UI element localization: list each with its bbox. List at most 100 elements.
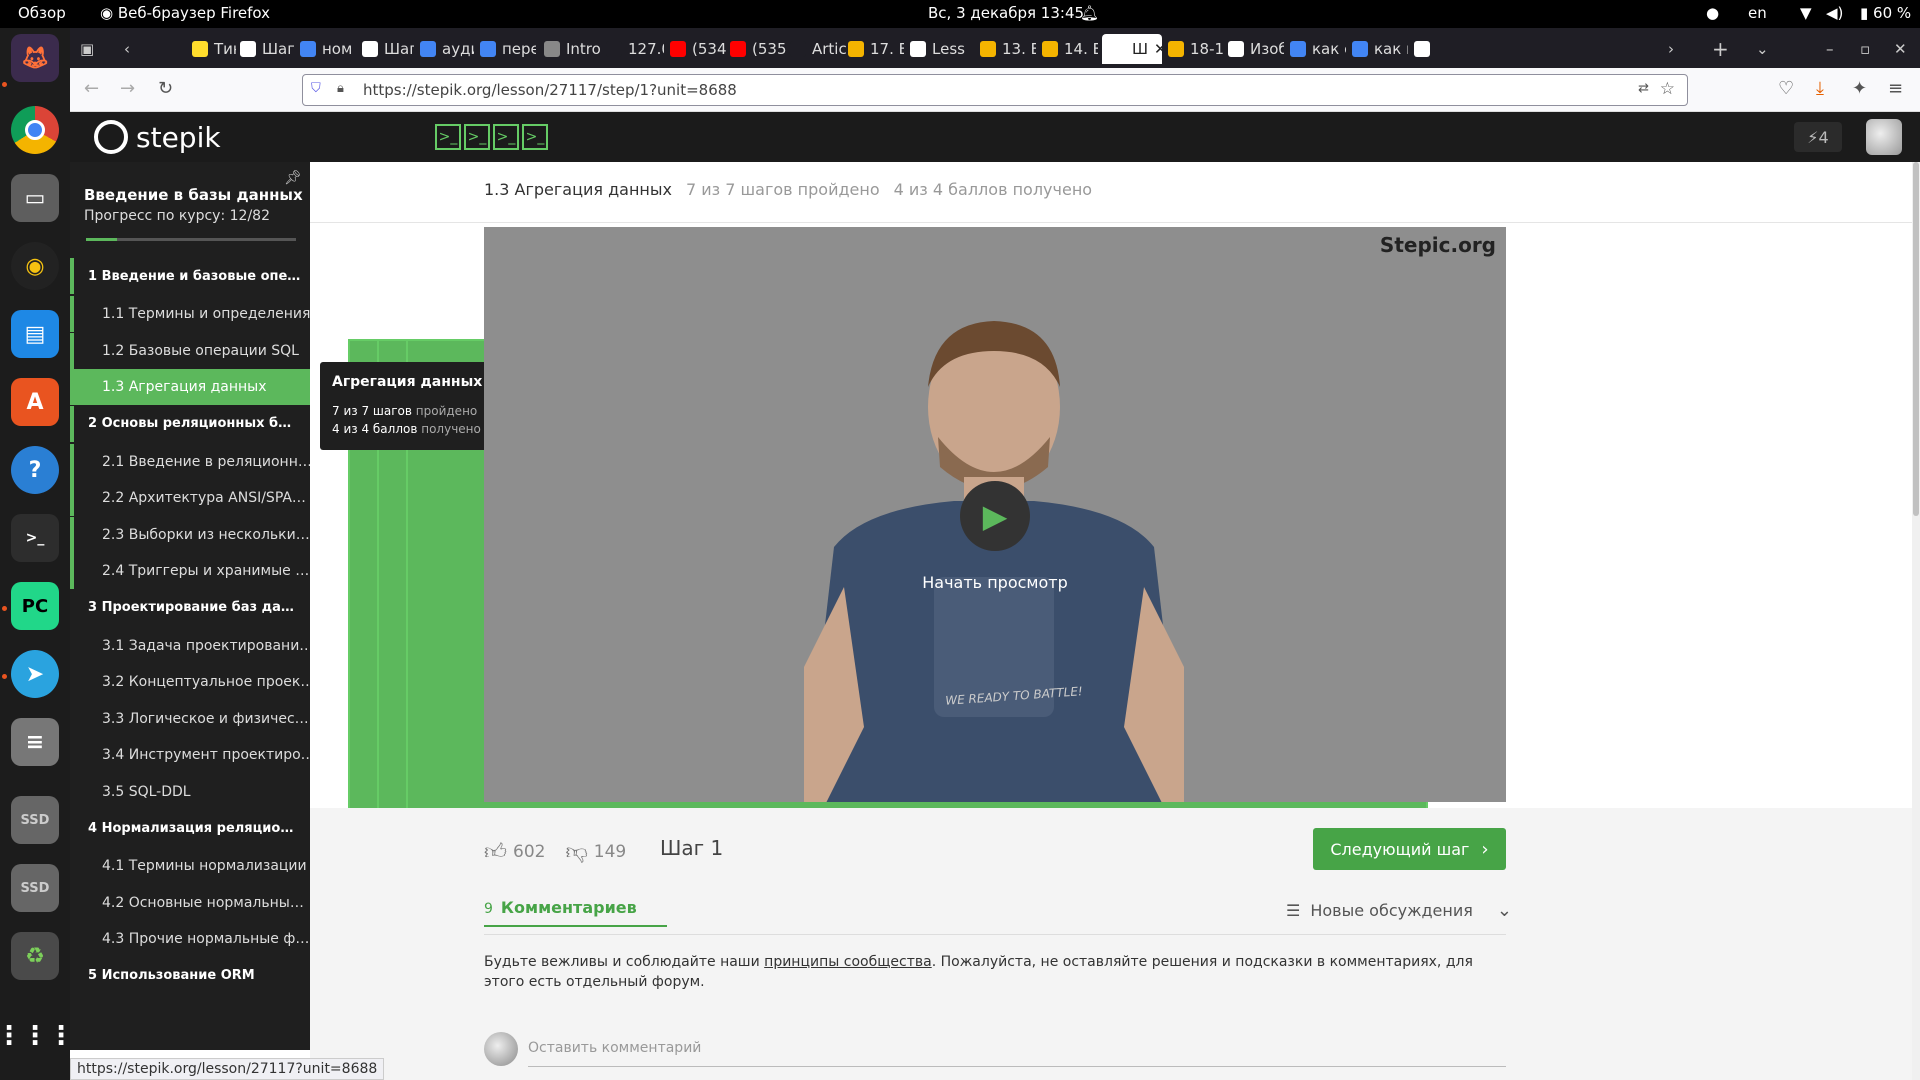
sidebar-lesson[interactable]: 4.1 Термины нормализации [70, 848, 310, 884]
tab-item[interactable]: Изоб [1228, 34, 1284, 64]
tab-item[interactable]: (535 [730, 34, 786, 64]
new-comment-box[interactable]: Оставить комментарий [484, 1032, 1506, 1068]
terminal-dock-icon[interactable]: >_ [11, 514, 59, 562]
tab-item[interactable]: Тинь [192, 34, 236, 64]
tab-item[interactable]: 18-1 [1168, 34, 1224, 64]
clock[interactable]: Вс, 3 декабря 13:45 [928, 4, 1084, 22]
translate-icon[interactable]: ⇄ [1638, 81, 1649, 96]
step-5-code-icon[interactable]: >_ [464, 124, 490, 150]
language-indicator[interactable]: en [1748, 4, 1767, 22]
comments-sort-dropdown[interactable]: ☰ Новые обсуждения ⌄ [1286, 900, 1512, 921]
stepik-logo[interactable]: stepik [94, 120, 221, 154]
sidebar-lesson[interactable]: 4.3 Прочие нормальные ф… [70, 921, 310, 957]
tab-scroll-right-icon[interactable]: › [1668, 34, 1674, 64]
sidebar-lesson[interactable]: 3.3 Логическое и физичес… [70, 700, 310, 737]
sidebar-lesson[interactable]: 3.4 Инструмент проектиро… [70, 737, 310, 773]
sidebar-lesson[interactable]: 3.2 Концептуальное проек… [70, 664, 310, 700]
play-label[interactable]: Начать просмотр [484, 573, 1506, 592]
user-avatar[interactable] [1866, 119, 1902, 155]
pycharm-dock-icon[interactable]: PC [11, 582, 59, 630]
step-7-code-icon[interactable]: >_ [522, 124, 548, 150]
tab-item[interactable] [1414, 34, 1436, 64]
thumbs-down-icon[interactable]: 👎︎ [565, 838, 587, 865]
step-4-code-icon[interactable]: >_ [435, 124, 461, 150]
files-dock-icon[interactable]: ▭ [11, 174, 59, 222]
play-icon[interactable]: ▶ [960, 481, 1030, 551]
tab-item[interactable]: Шаг [240, 34, 294, 64]
sidebar-section[interactable]: 3 Проектирование баз да… [70, 589, 310, 626]
sidebar-section[interactable]: 4 Нормализация реляцио… [70, 810, 310, 846]
activities-button[interactable]: Обзор [18, 4, 66, 22]
course-title[interactable]: Введение в базы данных [84, 186, 303, 204]
next-step-button[interactable]: Следующий шаг › [1313, 828, 1506, 870]
back-icon[interactable]: ← [84, 78, 99, 99]
tab-item[interactable]: 17. E [848, 34, 904, 64]
software-center-dock-icon[interactable]: A [11, 378, 59, 426]
downloads-icon[interactable]: ⤓ [1816, 78, 1824, 99]
sidebar-section[interactable]: 5 Использование ORM [70, 957, 310, 994]
database-dock-icon[interactable]: ≡ [11, 718, 59, 766]
comments-tab[interactable]: 9 Комментариев [484, 898, 667, 927]
trash-icon[interactable]: ♻ [11, 932, 59, 980]
tab-item[interactable]: пере [480, 34, 536, 64]
comment-placeholder[interactable]: Оставить комментарий [528, 1040, 701, 1056]
community-rules-link[interactable]: принципы сообщества [764, 954, 932, 970]
sidebar-lesson[interactable]: 2.4 Триггеры и хранимые … [70, 553, 310, 589]
ssd-drive-icon[interactable]: SSD [11, 864, 59, 912]
tab-list-chevron-icon[interactable]: ⌄ [1756, 34, 1769, 64]
sidebar-lesson[interactable]: 3.1 Задача проектировани… [70, 627, 310, 664]
sidebar-lesson[interactable]: 1.1 Термины и определения [70, 296, 310, 332]
pocket-icon[interactable]: ♡ [1778, 78, 1794, 99]
sidebar-section[interactable]: 1 Введение и базовые опе… [70, 258, 310, 294]
tab-item[interactable]: Intro [544, 34, 600, 64]
help-dock-icon[interactable]: ? [11, 446, 59, 494]
close-tab-icon[interactable]: ✕ [1154, 40, 1162, 58]
tab-active[interactable]: Ш ✕ [1102, 34, 1162, 64]
tab-item[interactable]: ном [300, 34, 356, 64]
energy-indicator[interactable]: ⚡︎ 4 [1794, 122, 1842, 152]
tab-item[interactable]: (534 [670, 34, 726, 64]
tab-scroll-left-icon[interactable]: ‹ [124, 34, 130, 64]
thumbs-up-icon[interactable]: 👍︎ [484, 838, 507, 865]
ssd-drive-icon[interactable]: SSD [11, 796, 59, 844]
extensions-icon[interactable]: ✦ [1852, 78, 1867, 99]
writer-dock-icon[interactable]: ▤ [11, 310, 59, 358]
video-player[interactable]: Stepic.org WE READY TO BATTLE! ▶ Начать … [484, 227, 1506, 802]
lock-icon[interactable]: 🔒︎ [337, 81, 344, 96]
sidebar-lesson[interactable]: 4.2 Основные нормальны… [70, 884, 310, 921]
sidebar-lesson[interactable]: 3.5 SQL-DDL [70, 773, 310, 810]
url-text[interactable]: https://stepik.org/lesson/27117/step/1?u… [363, 81, 737, 99]
restore-icon[interactable]: ▫ [1860, 34, 1870, 64]
telegram-dock-icon[interactable]: ➤ [11, 650, 59, 698]
tab-item[interactable]: 14. E [1042, 34, 1098, 64]
minimize-icon[interactable]: – [1826, 34, 1834, 64]
menu-hamburger-icon[interactable]: ≡ [1888, 78, 1903, 99]
sidebar-lesson[interactable]: 2.1 Введение в реляционн… [70, 443, 310, 480]
chrome-dock-icon[interactable] [11, 106, 59, 154]
app-grid-icon[interactable]: ⋮⋮⋮ [0, 1012, 74, 1060]
tab-item[interactable]: 13. E [980, 34, 1036, 64]
sidebar-section[interactable]: 2 Основы реляционных б… [70, 405, 310, 442]
battery-indicator[interactable]: ▮ 60 % [1860, 4, 1911, 22]
forward-icon[interactable]: → [120, 78, 135, 99]
sidebar-lesson[interactable]: 1.2 Базовые операции SQL [70, 332, 310, 369]
sidebar-lesson[interactable]: 2.2 Архитектура ANSI/SPA… [70, 480, 310, 516]
close-window-icon[interactable]: ✕ [1894, 34, 1907, 64]
url-bar[interactable]: ⛉ 🔒︎ https://stepik.org/lesson/27117/ste… [302, 74, 1688, 106]
firefox-dock-icon[interactable]: 🦊︎ [11, 34, 59, 82]
page-scrollbar[interactable] [1912, 162, 1920, 1080]
reload-icon[interactable]: ↻ [158, 78, 173, 99]
page-scrollbar-thumb[interactable] [1913, 162, 1919, 516]
bookmark-star-icon[interactable]: ☆ [1660, 79, 1675, 99]
tab-item[interactable]: Less [910, 34, 974, 64]
tab-item[interactable]: как н [1352, 34, 1408, 64]
tab-item[interactable]: 127.0.0. [606, 34, 664, 64]
tab-item[interactable]: Articles [790, 34, 846, 64]
rhythmbox-dock-icon[interactable]: ◉ [11, 242, 59, 290]
sidebar-lesson[interactable]: 1.3 Агрегация данных [70, 369, 310, 405]
tab-item[interactable]: Шаг [362, 34, 414, 64]
wifi-icon[interactable]: ▼ [1800, 4, 1812, 22]
pin-icon[interactable]: 📌︎ [284, 170, 302, 186]
tab-item[interactable]: как с [1290, 34, 1346, 64]
step-6-code-icon[interactable]: >_ [493, 124, 519, 150]
